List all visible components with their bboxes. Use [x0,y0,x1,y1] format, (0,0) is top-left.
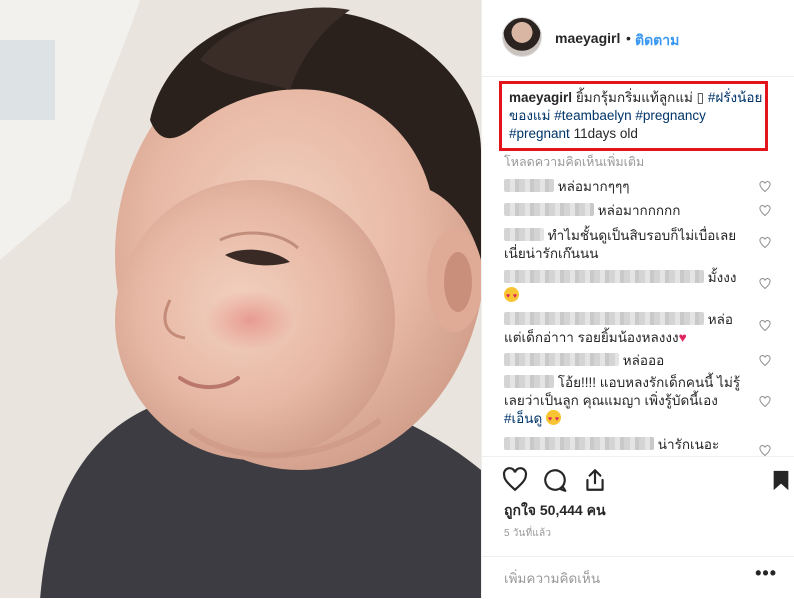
comment-text: เลยว่าเป็นลูก คุณแมญา เพิ่งรู้บัดนี้เอง [504,393,718,408]
hashtag-link[interactable]: #ฝรั่งน้อย [708,90,763,105]
like-count[interactable]: ถูกใจ 50,444 คน [504,500,606,522]
comment-text: น่ารักเนอะ [657,437,720,452]
like-heart-icon[interactable] [502,467,528,493]
comment-item: หล่อมากกกกก [504,202,754,220]
caption-text: ยิ้มกรุ้มกริ่มแท้ลูกแม่ [575,90,697,105]
heart-icon[interactable] [759,181,771,193]
comment-text: ทำไมชั้นดูเป็นสิบรอบก็ไม่เบื่อเลย [547,228,737,243]
heart-icon[interactable] [759,320,771,332]
comment-item: น่ารักเนอะ [504,436,754,454]
comment-text: หล่อมากกกกก [597,203,681,218]
load-more-comments[interactable]: โหลดความคิดเห็นเพิ่มเติม [504,152,644,172]
separator-dot: • [626,30,631,46]
hashtag-link[interactable]: #เอ็นดู [504,411,542,426]
heart-icon[interactable] [759,355,771,367]
share-icon[interactable] [582,467,608,493]
baby-photo-illustration [0,0,481,598]
blurred-username [504,312,704,325]
comment-text: แต่เด็กอ่าาา รอยยิ้มน้องหลงงง [504,330,679,345]
red-heart-emoji: ♥ [678,330,687,345]
bookmark-icon[interactable] [770,467,792,493]
instagram-post: maeyagirl • ติดตาม maeyagirl ยิ้มกรุ้มกร… [0,0,794,598]
hashtag-link[interactable]: #teambaelyn [554,108,631,123]
post-photo[interactable] [0,0,481,598]
caption-emoji-placeholder: ▯ [696,90,705,105]
comment-item: ทำไมชั้นดูเป็นสิบรอบก็ไม่เบื่อเลย เนี่ยน… [504,227,754,263]
comment-text: หล่อออ [622,353,665,368]
star-eyes-emoji [504,287,519,306]
heart-icon[interactable] [759,237,771,249]
blurred-username [504,437,654,450]
comment-list: หล่อมากๆๆๆ หล่อมากกกกก ทำไมชั้นดูเป็นสิบ… [482,172,794,456]
blurred-username [504,203,594,216]
username-link[interactable]: maeyagirl [555,30,620,46]
heart-icon[interactable] [759,278,771,290]
comment-item: โอ้ย!!!! แอบหลงรักเด็กคนนี้ ไม่รู้ เลยว่… [504,374,754,429]
post-side-panel: maeyagirl • ติดตาม maeyagirl ยิ้มกรุ้มกร… [481,0,794,598]
caption-username[interactable]: maeyagirl [509,90,572,105]
comment-item: หล่อมากๆๆๆ [504,178,754,196]
blurred-username [504,270,704,283]
more-options-icon[interactable]: ••• [755,563,777,584]
comment-item: หล่อออ [504,352,754,370]
blurred-username [504,375,554,388]
blurred-username [504,228,544,241]
add-comment-bar: เพิ่มความคิดเห็น ••• [482,556,794,599]
heart-icon[interactable] [759,205,771,217]
comment-icon[interactable] [542,467,568,493]
comment-item: หล่อ แต่เด็กอ่าาา รอยยิ้มน้องหลงงง♥ [504,311,754,347]
comment-text: มั้งงง [707,270,737,285]
comment-text: หล่อ [707,312,734,327]
comment-item: มั้งงง [504,269,754,306]
post-timestamp[interactable]: 5 วันที่แล้ว [504,526,551,541]
add-comment-input[interactable]: เพิ่มความคิดเห็น [504,567,600,589]
follow-button[interactable]: ติดตาม [635,30,679,52]
hashtag-link-continued[interactable]: ของแม่ [509,108,551,123]
caption-highlight: maeyagirl ยิ้มกรุ้มกริ่มแท้ลูกแม่ ▯ #ฝรั… [499,81,768,151]
heart-icon[interactable] [759,396,771,408]
hashtag-link[interactable]: #pregnancy [635,108,706,123]
heart-icon[interactable] [759,445,771,456]
hashtag-link[interactable]: #pregnant [509,126,570,141]
blurred-username [504,179,554,192]
avatar[interactable] [502,17,542,57]
comment-text: โอ้ย!!!! แอบหลงรักเด็กคนนี้ ไม่รู้ [557,375,741,390]
comment-text: หล่อมากๆๆๆ [557,179,630,194]
post-header: maeyagirl • ติดตาม [482,0,794,77]
action-bar: ถูกใจ 50,444 คน 5 วันที่แล้ว [482,456,794,557]
caption-text: 11days old [569,126,638,141]
comment-text: เนี่ยน่ารักเก๊นนน [504,246,599,261]
star-eyes-emoji [546,410,561,429]
blurred-username [504,353,619,366]
